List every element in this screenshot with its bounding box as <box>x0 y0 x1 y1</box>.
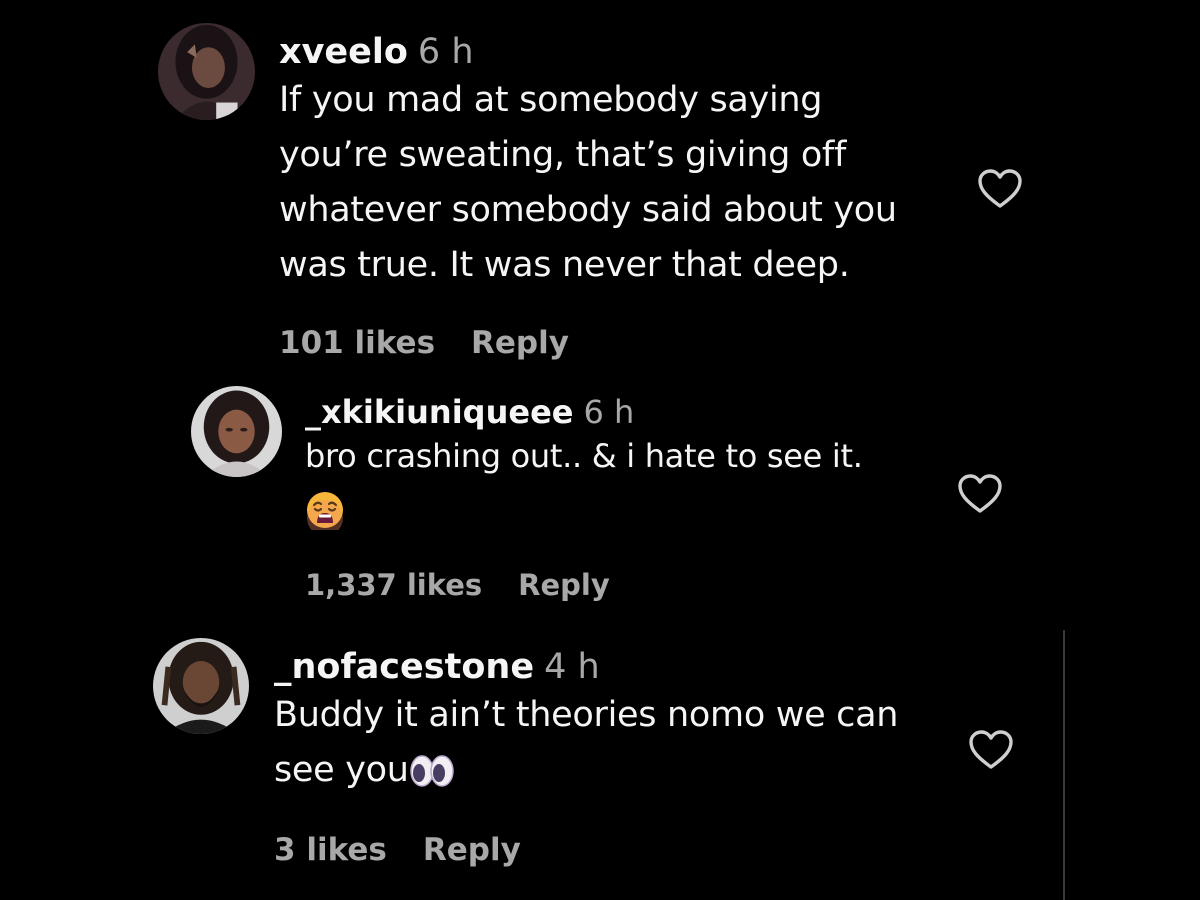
likes-count[interactable]: 3 likes <box>274 832 387 868</box>
comment-text-line-with-emoji: see you <box>274 743 898 798</box>
timestamp[interactable]: 4 h <box>544 647 600 687</box>
username[interactable]: _nofacestone <box>274 647 534 687</box>
comment-body: _nofacestone 4 h Buddy it ain’t theories … <box>274 650 898 798</box>
comment-emoji-line <box>305 482 863 534</box>
heart-outline-icon <box>958 474 1002 513</box>
reply-button[interactable]: Reply <box>471 325 569 361</box>
avatar[interactable] <box>153 638 249 734</box>
comment-meta: 101 likes Reply <box>279 328 569 359</box>
comment-body: _xkikiuniqueee 6 h bro crashing out.. & i… <box>305 396 863 534</box>
heart-outline-icon <box>978 169 1022 208</box>
like-button[interactable] <box>967 729 1015 771</box>
username[interactable]: _xkikiuniqueee <box>305 393 573 431</box>
username[interactable]: xveelo <box>279 32 408 72</box>
timestamp[interactable]: 6 h <box>583 393 634 431</box>
comment-text-line: Buddy it ain’t theories nomo we can <box>274 695 899 735</box>
avatar-photo-icon <box>191 386 282 477</box>
scrollbar-track[interactable] <box>1063 630 1065 900</box>
like-button[interactable] <box>956 473 1004 515</box>
comment-text: bro crashing out.. & i hate to see it. <box>305 430 863 534</box>
comment-text-line: was true. It was never that deep. <box>279 245 850 285</box>
eyes-emoji <box>409 753 455 789</box>
comment-text-line: you’re sweating, that’s giving off <box>279 135 846 175</box>
reply-button[interactable]: Reply <box>518 568 610 602</box>
avatar[interactable] <box>158 23 255 120</box>
avatar-photo-icon <box>153 638 249 734</box>
weary-face-emoji <box>305 490 345 530</box>
reply-button[interactable]: Reply <box>423 832 521 868</box>
avatar[interactable] <box>191 386 282 477</box>
comment-meta: 1,337 likes Reply <box>305 571 610 600</box>
likes-count[interactable]: 1,337 likes <box>305 568 482 602</box>
comment-text-line: bro crashing out.. & i hate to see it. <box>305 437 863 475</box>
comment-header: _xkikiuniqueee 6 h <box>305 396 863 428</box>
timestamp[interactable]: 6 h <box>418 32 474 72</box>
comment-meta: 3 likes Reply <box>274 835 521 866</box>
comment-text: If you mad at somebody saying you’re swe… <box>279 73 897 293</box>
avatar-photo-icon <box>158 23 255 120</box>
comment-body: xveelo 6 h If you mad at somebody saying … <box>279 35 897 293</box>
like-button[interactable] <box>976 168 1024 210</box>
comment-text: Buddy it ain’t theories nomo we can see … <box>274 688 898 798</box>
comment-text-line: whatever somebody said about you <box>279 190 897 230</box>
comment-text-fragment: see you <box>274 750 409 790</box>
comment-header: _nofacestone 4 h <box>274 650 898 685</box>
likes-count[interactable]: 101 likes <box>279 325 435 361</box>
heart-outline-icon <box>969 730 1013 769</box>
comment-header: xveelo 6 h <box>279 35 897 70</box>
comment-text-line: If you mad at somebody saying <box>279 80 823 120</box>
